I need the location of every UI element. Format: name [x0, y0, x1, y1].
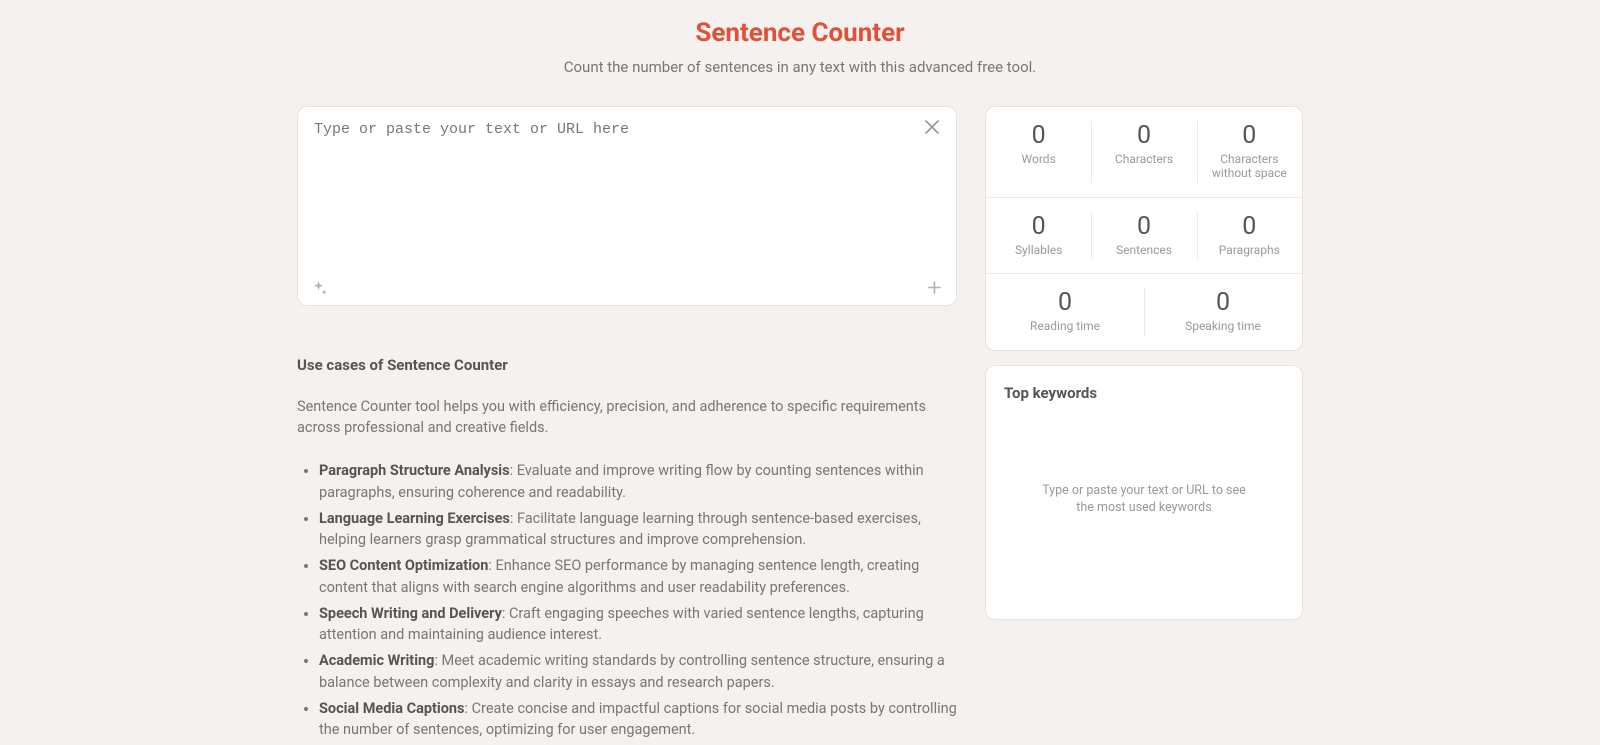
- list-item: SEO Content Optimization: Enhance SEO pe…: [319, 555, 957, 599]
- list-item: Academic Writing: Meet academic writing …: [319, 650, 957, 694]
- use-cases-section: Use cases of Sentence Counter Sentence C…: [297, 356, 957, 741]
- right-column: 0 Words 0 Characters 0 Characters withou…: [985, 106, 1303, 745]
- stat-characters-no-space: 0 Characters without space: [1197, 107, 1302, 197]
- magic-button[interactable]: [312, 280, 327, 295]
- stat-label: Words: [992, 152, 1085, 166]
- keywords-title: Top keywords: [1004, 384, 1284, 402]
- stat-label: Speaking time: [1150, 319, 1296, 333]
- list-item-bold: Social Media Captions: [319, 700, 465, 717]
- stats-row: 0 Words 0 Characters 0 Characters withou…: [986, 107, 1302, 197]
- stats-row: 0 Reading time 0 Speaking time: [986, 273, 1302, 349]
- plus-icon: [927, 280, 942, 295]
- list-item: Speech Writing and Delivery: Craft engag…: [319, 603, 957, 647]
- stat-characters: 0 Characters: [1091, 107, 1196, 197]
- stat-value: 0: [992, 212, 1085, 241]
- list-item-bold: Speech Writing and Delivery: [319, 605, 502, 622]
- sparkle-icon: [312, 280, 327, 295]
- keywords-card: Top keywords Type or paste your text or …: [985, 365, 1303, 620]
- keywords-empty-message: Type or paste your text or URL to see th…: [1004, 482, 1284, 517]
- stat-value: 0: [1097, 212, 1190, 241]
- close-icon: [925, 120, 939, 134]
- input-bottom-bar: [312, 280, 942, 295]
- stat-syllables: 0 Syllables: [986, 198, 1091, 273]
- list-item-bold: Academic Writing: [319, 652, 434, 669]
- clear-button[interactable]: [922, 119, 942, 139]
- stat-value: 0: [992, 288, 1138, 317]
- stats-row: 0 Syllables 0 Sentences 0 Paragraphs: [986, 197, 1302, 273]
- page-header: Sentence Counter Count the number of sen…: [0, 0, 1600, 106]
- stat-label: Characters: [1097, 152, 1190, 166]
- stat-label: Paragraphs: [1203, 243, 1296, 257]
- list-item: Social Media Captions: Create concise an…: [319, 698, 957, 742]
- use-cases-list: Paragraph Structure Analysis: Evaluate a…: [297, 460, 957, 741]
- page-title: Sentence Counter: [0, 18, 1600, 48]
- list-item: Paragraph Structure Analysis: Evaluate a…: [319, 460, 957, 504]
- use-cases-intro: Sentence Counter tool helps you with eff…: [297, 396, 957, 438]
- stat-value: 0: [992, 121, 1085, 150]
- list-item: Language Learning Exercises: Facilitate …: [319, 508, 957, 552]
- stat-value: 0: [1203, 121, 1296, 150]
- stat-speaking-time: 0 Speaking time: [1144, 274, 1302, 349]
- expand-button[interactable]: [927, 280, 942, 295]
- text-input[interactable]: [314, 121, 940, 261]
- stat-value: 0: [1203, 212, 1296, 241]
- stat-label: Syllables: [992, 243, 1085, 257]
- stat-paragraphs: 0 Paragraphs: [1197, 198, 1302, 273]
- stat-label: Sentences: [1097, 243, 1190, 257]
- stat-words: 0 Words: [986, 107, 1091, 197]
- use-cases-heading: Use cases of Sentence Counter: [297, 356, 957, 374]
- stat-reading-time: 0 Reading time: [986, 274, 1144, 349]
- page-subtitle: Count the number of sentences in any tex…: [0, 58, 1600, 76]
- list-item-bold: Language Learning Exercises: [319, 510, 510, 527]
- left-column: Use cases of Sentence Counter Sentence C…: [297, 106, 957, 745]
- stat-value: 0: [1150, 288, 1296, 317]
- list-item-bold: SEO Content Optimization: [319, 557, 488, 574]
- stat-value: 0: [1097, 121, 1190, 150]
- stats-card: 0 Words 0 Characters 0 Characters withou…: [985, 106, 1303, 351]
- text-input-card: [297, 106, 957, 306]
- list-item-bold: Paragraph Structure Analysis: [319, 462, 510, 479]
- stat-label: Characters without space: [1203, 152, 1296, 181]
- main-layout: Use cases of Sentence Counter Sentence C…: [0, 106, 1600, 745]
- stat-label: Reading time: [992, 319, 1138, 333]
- stat-sentences: 0 Sentences: [1091, 198, 1196, 273]
